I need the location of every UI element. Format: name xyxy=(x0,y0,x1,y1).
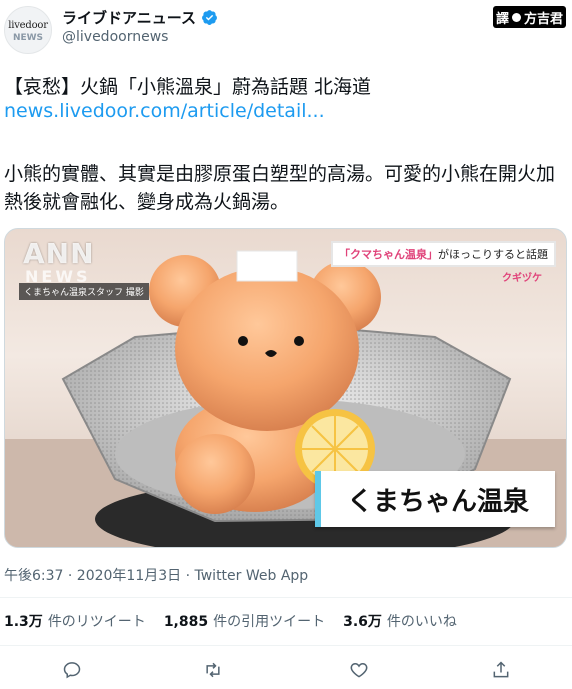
like-icon xyxy=(350,662,368,678)
like-button[interactable] xyxy=(345,656,373,684)
name-row: ライブドアニュース xyxy=(62,6,218,28)
share-icon xyxy=(493,661,509,678)
retweets-label: 件のリツイート xyxy=(47,614,146,630)
tweet-stats: 1.3万 件のリツイート 1,885 件の引用ツイート 3.6万 件のいいね xyxy=(4,603,457,639)
retweet-button[interactable] xyxy=(199,656,227,684)
news-banner: 「クマちゃん温泉」 がほっこりすると話題 xyxy=(331,241,556,267)
retweets-stat[interactable]: 1.3万 件のリツイート xyxy=(4,611,146,631)
banner-highlight: 「クマちゃん温泉」 xyxy=(339,248,438,261)
avatar-text-news: NEWS xyxy=(12,33,44,43)
image-caption: くまちゃん温泉 xyxy=(315,471,555,527)
avatar[interactable]: livedoor NEWS xyxy=(4,6,52,54)
reply-icon xyxy=(63,662,81,679)
tweet-body: 小熊的實體、其實是由膠原蛋白塑型的高湯。可愛的小熊在開火加熱後就會融化、變身成為… xyxy=(4,163,556,213)
tweet-headline: 【哀愁】火鍋「小熊溫泉」蔚為話題 北海道 xyxy=(4,76,372,98)
translator-watermark: 譯 方吉君 xyxy=(492,6,566,28)
divider xyxy=(0,597,572,598)
retweet-icon xyxy=(206,662,220,678)
caption-text: くまちゃん温泉 xyxy=(346,486,529,517)
reply-button[interactable] xyxy=(58,656,86,684)
tweet-header: livedoor NEWS ライブドアニュース @livedoornews 譯 … xyxy=(0,0,572,62)
account-handle[interactable]: @livedoornews xyxy=(62,29,168,45)
tweet-media-image[interactable]: ANN NEWS くまちゃん温泉スタッフ 撮影 「クマちゃん温泉」 がほっこりす… xyxy=(4,228,567,548)
watermark-dot-icon xyxy=(511,12,521,22)
verified-icon xyxy=(202,9,217,25)
watermark-left: 譯 xyxy=(495,11,509,27)
quotes-count: 1,885 xyxy=(163,614,209,630)
quotes-label: 件の引用ツイート xyxy=(213,614,326,630)
banner-text: がほっこりすると話題 xyxy=(438,248,548,261)
share-button[interactable] xyxy=(487,656,515,684)
divider xyxy=(0,645,572,646)
quotes-stat[interactable]: 1,885 件の引用ツイート xyxy=(164,611,325,631)
photo-credit: くまちゃん温泉スタッフ 撮影 xyxy=(19,283,149,300)
likes-count: 3.6万 xyxy=(343,614,382,630)
display-name[interactable]: ライブドアニュース xyxy=(62,7,196,28)
retweets-count: 1.3万 xyxy=(4,614,43,630)
article-link[interactable]: news.livedoor.com/article/detail... xyxy=(4,100,325,122)
tweet-timestamp[interactable]: 午後6:37 · 2020年11月3日 · Twitter Web App xyxy=(4,565,308,585)
ann-logo: ANN xyxy=(23,237,95,270)
watermark-right: 方吉君 xyxy=(523,11,563,27)
action-bar xyxy=(0,652,572,688)
likes-label: 件のいいね xyxy=(386,614,457,630)
program-label: クギヅケ xyxy=(502,273,542,284)
likes-stat[interactable]: 3.6万 件のいいね xyxy=(343,611,457,631)
avatar-text-livedoor: livedoor xyxy=(8,20,48,31)
